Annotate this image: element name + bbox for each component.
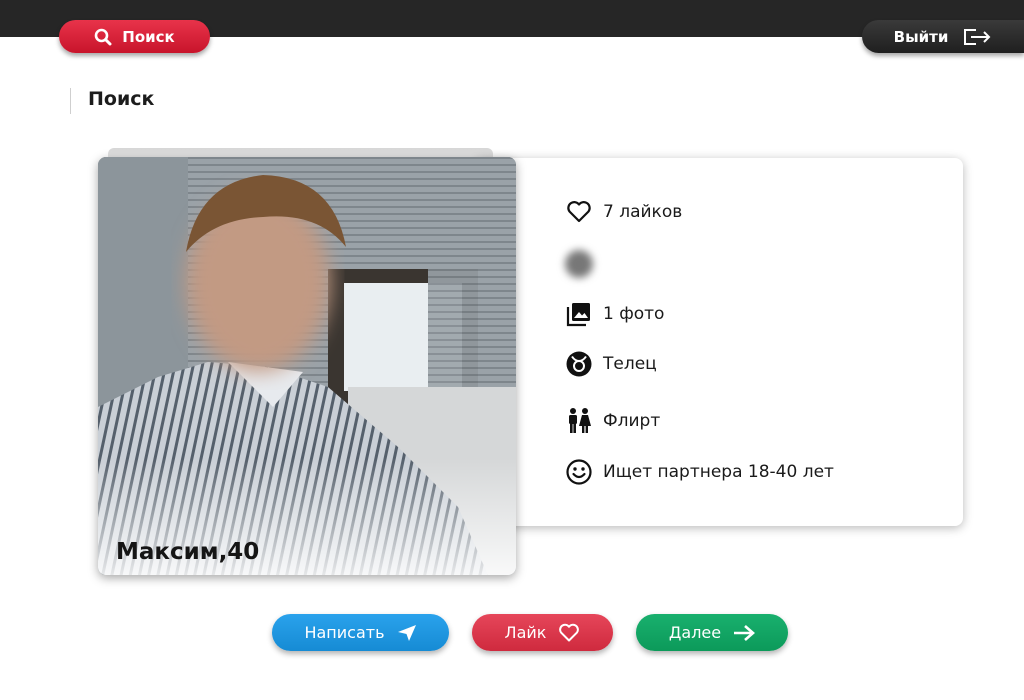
info-goal: Флирт <box>565 405 660 437</box>
like-button-label: Лайк <box>504 623 547 642</box>
send-icon <box>397 624 416 641</box>
profile-photo[interactable]: Максим,40 <box>98 157 516 575</box>
profile-name-age: Максим,40 <box>116 539 260 565</box>
logout-button[interactable]: Выйти <box>862 20 1024 53</box>
page-title: Поиск <box>88 88 155 110</box>
info-zodiac-text: Телец <box>603 354 657 374</box>
write-message-button[interactable]: Написать <box>272 614 449 651</box>
info-hidden-row <box>565 248 606 280</box>
smiley-icon <box>565 458 593 486</box>
info-photos-text: 1 фото <box>603 304 665 324</box>
couple-icon <box>565 407 593 435</box>
like-button[interactable]: Лайк <box>472 614 613 651</box>
taurus-icon <box>565 350 593 378</box>
profile-photo-image <box>98 157 516 575</box>
logout-button-label: Выйти <box>893 27 949 46</box>
info-zodiac: Телец <box>565 348 657 380</box>
info-goal-text: Флирт <box>603 411 661 431</box>
heart-icon <box>565 198 593 226</box>
heart-icon <box>559 623 580 641</box>
search-icon <box>94 28 112 45</box>
info-looking-for: Ищет партнера 18-40 лет <box>565 456 834 488</box>
logout-icon <box>964 28 991 45</box>
write-button-label: Написать <box>304 623 385 642</box>
search-button-label: Поиск <box>122 27 175 46</box>
next-button-label: Далее <box>668 623 722 642</box>
search-button[interactable]: Поиск <box>59 20 210 53</box>
arrow-right-icon <box>734 624 756 641</box>
title-divider <box>70 88 71 114</box>
photo-gallery-icon <box>565 300 593 328</box>
info-likes-text: 7 лайков <box>603 202 683 222</box>
blurred-icon <box>565 250 593 278</box>
next-button[interactable]: Далее <box>636 614 788 651</box>
info-photos: 1 фото <box>565 298 664 330</box>
info-likes: 7 лайков <box>565 196 682 228</box>
blurred-text <box>601 255 606 273</box>
info-looking-for-text: Ищет партнера 18-40 лет <box>603 462 834 482</box>
